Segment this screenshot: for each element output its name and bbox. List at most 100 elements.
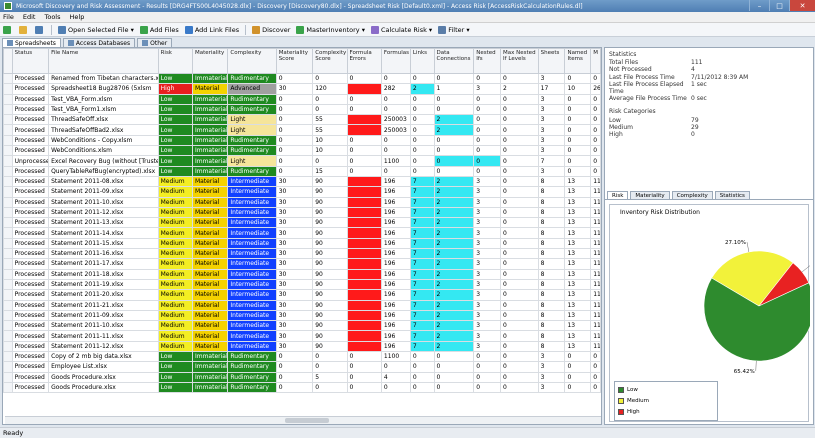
row-selector[interactable] [3,289,13,301]
table-row[interactable]: Processed Statement 2011-20.xlsx Medium Mat… [3,289,601,301]
table-row[interactable]: Processed ThreadSafeOff.xlsx Low Immaterial… [3,114,601,126]
table-row[interactable]: Processed Statement 2011-10.xlsx Medium Mat… [3,320,601,332]
row-selector[interactable] [3,371,13,383]
menu-edit[interactable]: Edit [23,13,36,21]
table-row[interactable]: Processed Goods Procedure.xlsx Low Immateri… [3,371,601,383]
column-header[interactable]: Risk [157,48,193,74]
tab-statistics[interactable]: Statistics [714,191,750,199]
filter-button[interactable]: Filter ▾ [438,25,470,34]
table-row[interactable]: Processed Statement 2011-12.xlsx Medium Mat… [3,206,601,219]
column-header[interactable]: M [590,48,601,74]
tab-materiality[interactable]: Materiality [630,191,670,199]
row-selector[interactable] [3,320,13,332]
row-selector[interactable] [3,103,13,116]
row-selector[interactable] [3,83,13,95]
refresh-button[interactable] [3,25,13,34]
save-button[interactable] [35,25,45,34]
row-selector[interactable] [3,93,13,105]
row-selector[interactable] [3,278,13,291]
row-selector[interactable] [3,175,13,188]
row-selector[interactable] [3,309,13,322]
table-row[interactable]: Processed Statement 2011-18.xlsx Medium Mat… [3,268,601,280]
tab-spreadsheets[interactable]: Spreadsheets [2,38,61,47]
row-selector[interactable] [3,196,13,208]
column-header[interactable]: Status [11,48,50,74]
table-row[interactable]: Processed Test_VBA_Form.xlsm Low Immaterial… [3,93,601,105]
table-row[interactable]: Processed QueryTableRefBug(encrypted).xls… [3,165,601,177]
table-row[interactable]: Processed Copy of 2 mb big data.xlsx Low Im… [3,351,601,363]
column-header[interactable]: Formula Errors [346,48,382,74]
table-row[interactable]: Processed Statement 2011-13.xlsx Medium Mat… [3,217,601,229]
column-header[interactable]: Nested Ifs [473,48,502,74]
menu-help[interactable]: Help [70,13,85,21]
column-header[interactable]: Materiality Score [275,48,314,74]
row-selector[interactable] [3,227,13,239]
close-button[interactable]: ✕ [789,0,815,11]
tab-other[interactable]: Other [137,38,173,47]
tab-complexity[interactable]: Complexity [671,191,713,199]
table-row[interactable]: Processed Statement 2011-09.xlsx Medium Mat… [3,186,601,198]
table-row[interactable]: Processed Statement 2011-21.xlsx Medium Mat… [3,299,601,311]
tab-access-databases[interactable]: Access Databases [62,38,136,47]
column-header[interactable]: Materiality [191,48,229,74]
tab-risk[interactable]: Risk [607,191,629,199]
row-selector[interactable] [3,340,13,353]
row-selector[interactable] [3,206,13,219]
column-header[interactable]: Complexity Score [312,48,348,74]
column-header[interactable]: Named Items [564,48,592,74]
row-selector[interactable] [3,165,13,177]
add-link-files-button[interactable]: Add Link Files [184,25,239,34]
row-selector[interactable] [3,114,13,126]
row-selector[interactable] [3,258,13,270]
maximize-button[interactable]: □ [769,0,789,11]
menu-file[interactable]: File [3,13,14,21]
calculate-risk-button[interactable]: Calculate Risk ▾ [370,25,432,34]
row-selector[interactable] [3,217,13,229]
row-selector[interactable] [3,361,13,373]
row-selector[interactable] [3,351,13,363]
folder-button[interactable] [19,25,29,34]
minimize-button[interactable]: – [749,0,769,11]
table-row[interactable]: Processed Statement 2011-16.xlsx Medium Mat… [3,248,601,260]
table-row[interactable]: Processed Statement 2011-17.xlsx Medium Mat… [3,258,601,270]
column-header[interactable]: Links [409,48,435,74]
masterinventory-button[interactable]: MasterInventory ▾ [296,25,365,34]
add-files-button[interactable]: Add Files [139,25,179,34]
column-header[interactable]: Formulas [380,48,411,74]
row-selector[interactable] [3,381,13,394]
table-row[interactable]: Processed Statement 2011-15.xlsx Medium Mat… [3,237,601,250]
menu-tools[interactable]: Tools [44,13,60,21]
table-row[interactable]: Processed Renamed from Tibetan characters… [3,72,601,85]
table-row[interactable]: Processed Statement 2011-09.xlsx Medium Mat… [3,309,601,322]
table-row[interactable]: Processed Statement 2011-12.xlsx Medium Mat… [3,340,601,353]
table-row[interactable]: Processed Statement 2011-14.xlsx Medium Mat… [3,227,601,239]
row-selector[interactable] [3,134,13,147]
row-selector[interactable] [3,299,13,311]
row-selector[interactable] [3,330,13,342]
column-header[interactable]: Sheets [537,48,566,74]
table-row[interactable]: Processed Test_VBA_Form1.xlsm Low Immateria… [3,103,601,116]
row-selector[interactable] [3,145,13,157]
table-row[interactable]: Processed Employee List.xlsx Low Immaterial… [3,361,601,373]
table-row[interactable]: Processed Statement 2011-19.xlsx Medium Mat… [3,278,601,291]
table-row[interactable]: Processed Spreadsheet18 Bug28706 (5xlsm Hi… [3,83,601,95]
discover-button[interactable]: Discover [252,25,290,34]
row-selector[interactable] [3,72,13,85]
table-row[interactable]: Processed WebConditions.xlsm Low Immaterial… [3,145,601,157]
horizontal-scrollbar[interactable] [5,416,601,424]
column-header[interactable]: Complexity [227,48,277,74]
row-selector[interactable] [3,186,13,198]
scrollbar-thumb[interactable] [285,418,329,423]
column-header[interactable]: Max Nested If Levels [500,48,539,74]
column-header[interactable]: Data Connections [433,48,475,74]
row-selector[interactable] [3,155,13,167]
table-row[interactable]: Processed WebConditions - Copy.xlsm Low Imm… [3,134,601,147]
table-row[interactable]: Processed Goods Procedure.xlsx Low Immateri… [3,381,601,394]
table-row[interactable]: Processed Statement 2011-08.xlsx Medium Mat… [3,175,601,188]
table-row[interactable]: Processed Statement 2011-11.xlsx Medium Mat… [3,330,601,342]
open-selected-file-button[interactable]: Open Selected File ▾ [58,25,134,34]
table-row[interactable]: UnprocessedExcel Recovery Bug (without [… [3,155,601,167]
row-selector[interactable] [3,124,13,136]
row-selector[interactable] [3,268,13,280]
table-row[interactable]: Processed ThreadSafeOffBad2.xlsx Low Immate… [3,124,601,136]
